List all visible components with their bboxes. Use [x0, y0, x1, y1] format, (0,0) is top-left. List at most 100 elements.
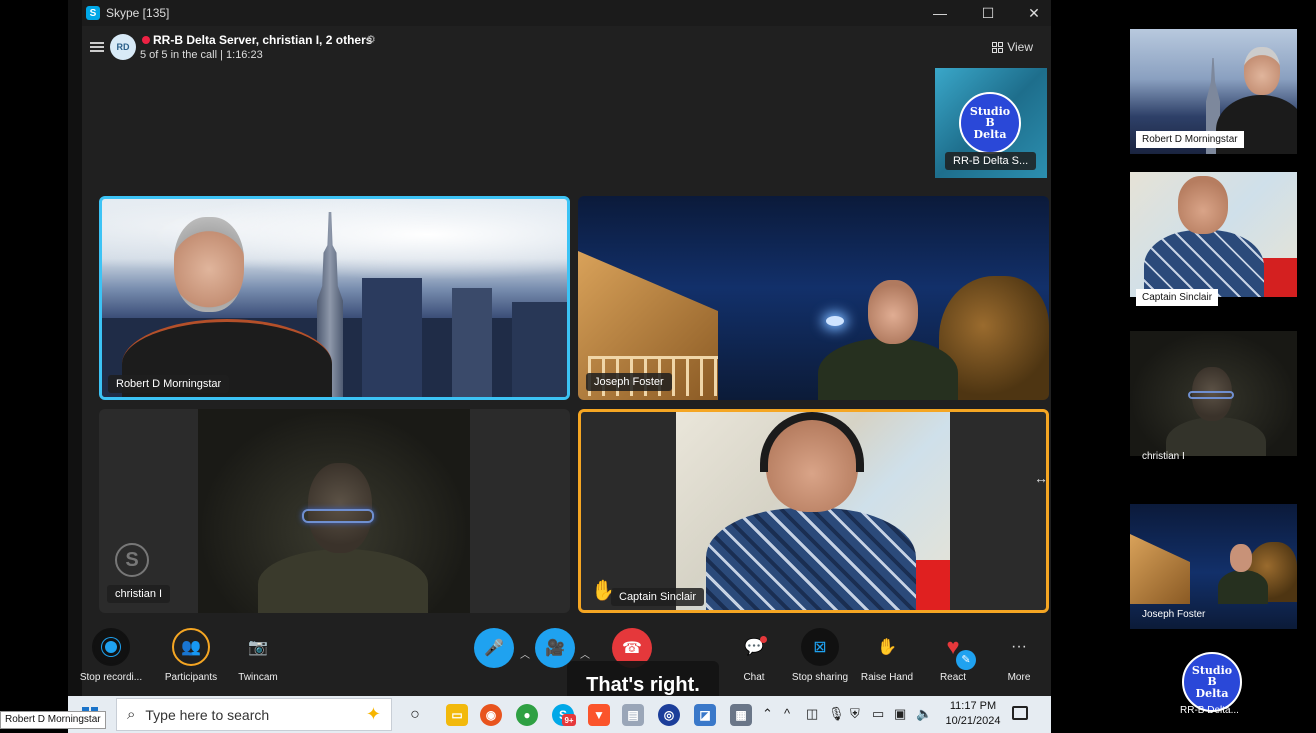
avatar[interactable]: RD	[110, 34, 136, 60]
title-bar: S Skype [135] — ☐ ✕	[82, 0, 1051, 26]
task-view-icon[interactable]: ○	[404, 704, 426, 726]
side-name-label: christian I	[1142, 451, 1185, 462]
taskbar-clock[interactable]: 11:17 PM 10/21/2024	[943, 699, 1003, 729]
security-icon[interactable]: ⛨	[850, 706, 860, 722]
stop-sharing-icon: ⊠	[801, 628, 839, 666]
chat-notification-dot	[760, 636, 767, 643]
microphone-tray-icon[interactable]: 🎙	[828, 706, 845, 722]
record-icon	[92, 628, 130, 666]
building	[512, 301, 567, 397]
clock-time: 11:17 PM	[949, 700, 997, 712]
skype-badge: 9+	[562, 714, 576, 726]
camera-feed	[676, 412, 950, 610]
camera-options-chevron-icon[interactable]: ︿	[580, 646, 590, 661]
file-explorer-icon[interactable]: ▭	[446, 704, 468, 726]
stop-recording-label: Stop recordi...	[79, 672, 143, 683]
calculator-icon[interactable]: ▦	[730, 704, 752, 726]
video-tile-robert[interactable]: Robert D Morningstar	[99, 196, 570, 400]
clock-date: 10/21/2024	[945, 715, 1001, 727]
participants-label: Participants	[164, 672, 218, 683]
side-name-label: RR-B Delta...	[1180, 705, 1239, 716]
sparkle-icon: ✦	[365, 704, 381, 724]
participants-button[interactable]: 👥 Participants	[150, 628, 232, 683]
react-label: React	[939, 672, 967, 683]
participants-icon: 👥	[172, 628, 210, 666]
microphone-icon: 🎤	[474, 628, 514, 668]
logo-line: Delta	[973, 127, 1007, 141]
participant-name-label: Captain Sinclair	[611, 588, 705, 606]
volume-icon[interactable]: 🔈	[916, 706, 932, 722]
network-icon[interactable]: ▣	[894, 706, 906, 722]
logo-line: Delta	[1195, 686, 1229, 700]
battery-icon[interactable]: ▭	[872, 706, 884, 722]
side-name-label: Joseph Foster	[1142, 609, 1206, 620]
video-tile-captain[interactable]: ✋ Captain Sinclair	[578, 409, 1049, 613]
participant-body	[1218, 570, 1268, 604]
participant-head	[1230, 544, 1252, 572]
photos-icon[interactable]: ▤	[622, 704, 644, 726]
maximize-icon[interactable]: ☐	[978, 4, 998, 22]
taskbar-search-input[interactable]: ⌕ Type here to search ✦	[116, 698, 392, 731]
participant-head	[1244, 47, 1280, 95]
view-label: View	[1007, 40, 1033, 54]
stop-sharing-button[interactable]: ⊠ Stop sharing	[784, 628, 856, 683]
participant-body	[258, 549, 428, 613]
brave-icon[interactable]: ▼	[588, 704, 610, 726]
video-tile-joseph[interactable]: Joseph Foster	[578, 196, 1049, 400]
settings-icon[interactable]: ⚙	[366, 33, 376, 46]
more-label: More	[1007, 672, 1031, 683]
call-header: RD RR-B Delta Server, christian I, 2 oth…	[82, 30, 1051, 68]
more-dots-icon: ···	[1011, 638, 1027, 655]
participant-body	[818, 338, 958, 400]
pen-icon[interactable]: ✎	[956, 650, 976, 670]
tray-chevron-icon[interactable]: ^	[784, 706, 790, 721]
chat-button[interactable]: 💬 Chat	[726, 628, 782, 683]
hand-icon: ✋	[877, 639, 897, 656]
view-button[interactable]: View	[992, 40, 1033, 54]
chrome-icon[interactable]: ●	[516, 704, 538, 726]
webcam-icon[interactable]: ◫	[806, 706, 818, 722]
participant-name-label: Joseph Foster	[586, 373, 672, 391]
participant-body	[1144, 230, 1264, 297]
notification-icon[interactable]	[1012, 706, 1028, 720]
side-tile-christian[interactable]	[1130, 331, 1297, 456]
participant-body	[706, 508, 916, 610]
firefox-icon[interactable]: ◉	[480, 704, 502, 726]
mic-options-chevron-icon[interactable]: ︿	[520, 646, 530, 661]
skype-watermark-icon: S	[115, 543, 149, 577]
search-icon: ⌕	[127, 706, 136, 723]
participant-head	[1178, 176, 1228, 234]
resize-handle-icon[interactable]: ↔	[1034, 470, 1048, 486]
minimize-icon[interactable]: —	[930, 4, 950, 22]
side-tile-captain[interactable]	[1130, 172, 1297, 297]
participant-head	[308, 463, 372, 553]
twincam-button[interactable]: 📷 Twincam	[230, 628, 286, 683]
glasses	[1188, 391, 1234, 399]
app-icon[interactable]: ◎	[658, 704, 680, 726]
studio-b-delta-tile[interactable]: Studio B Delta RR-B Delta S...	[935, 68, 1047, 178]
chat-icon: 💬	[744, 639, 764, 656]
recording-indicator-icon	[142, 36, 150, 44]
skype-window: S Skype [135] — ☐ ✕ RD RR-B Delta Server…	[68, 0, 1051, 696]
call-status: 5 of 5 in the call | 1:16:23	[140, 49, 263, 61]
skype-logo-icon: S	[86, 6, 100, 20]
video-tile-christian[interactable]: S christian I	[99, 409, 570, 613]
stop-recording-button[interactable]: Stop recordi...	[76, 628, 146, 683]
building	[452, 288, 492, 397]
raise-hand-button[interactable]: ✋ Raise Hand	[854, 628, 920, 683]
microphone-button[interactable]: 🎤	[474, 628, 514, 674]
app-icon[interactable]: ◪	[694, 704, 716, 726]
twincam-icon: 📷	[248, 639, 268, 656]
close-icon[interactable]: ✕	[1024, 4, 1044, 22]
building	[362, 278, 422, 397]
chevron-up-icon[interactable]: ⌃	[762, 706, 773, 722]
moon-light	[826, 316, 844, 326]
menu-icon[interactable]	[90, 42, 104, 52]
call-title[interactable]: RR-B Delta Server, christian I, 2 others	[153, 33, 372, 47]
participant-head	[868, 280, 918, 344]
house-background	[1130, 534, 1190, 604]
window-title: Skype [135]	[106, 6, 170, 20]
participant-name-label: RR-B Delta S...	[945, 152, 1037, 170]
participant-name-label: christian I	[107, 585, 171, 603]
more-button[interactable]: ··· More	[994, 628, 1044, 683]
